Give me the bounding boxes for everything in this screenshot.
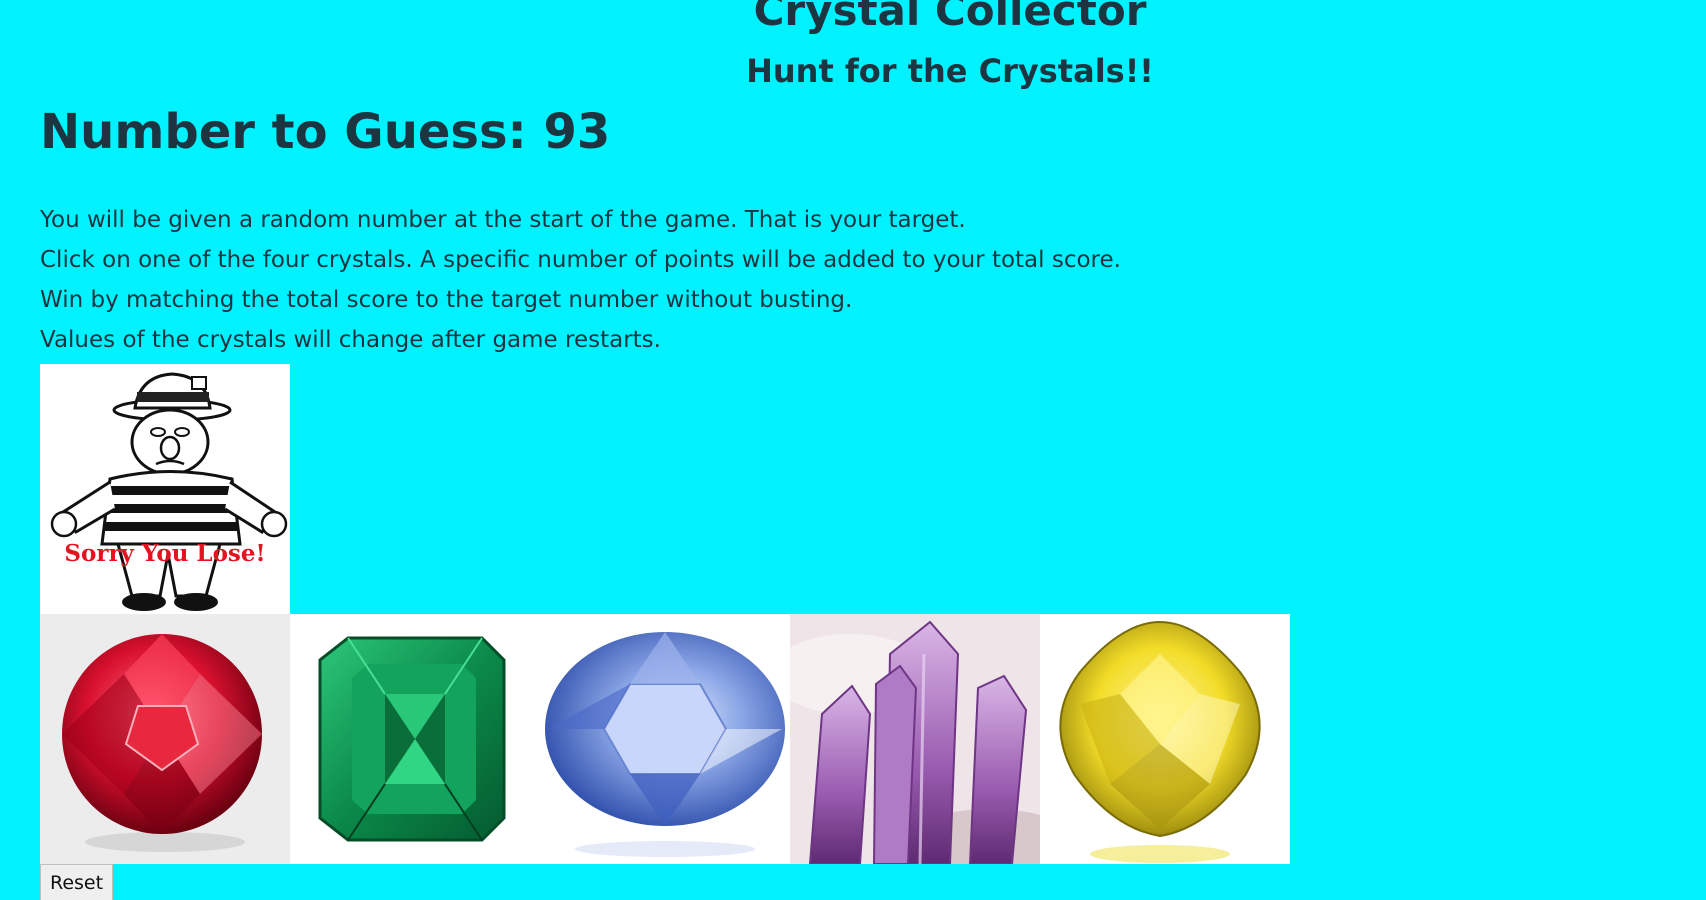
crystal-yellow-diamond[interactable] [1040,614,1290,864]
sapphire-crystal-icon [545,632,785,857]
emerald-crystal-icon [318,636,506,842]
ruby-crystal-icon [62,634,262,852]
page: Crystal Collector Hunt for the Crystals!… [0,0,1706,900]
instruction-item: Values of the crystals will change after… [40,327,661,353]
sad-man-lose-icon [50,372,288,611]
lose-caption: Sorry You Lose! [64,540,266,567]
amethyst-crystal-icon [790,614,1040,864]
crystal-ruby[interactable] [40,614,290,864]
page-subtitle: Hunt for the Crystals!! [746,52,1154,90]
instruction-item: Click on one of the four crystals. A spe… [40,247,1121,273]
instructions-list: You will be given a random number at the… [40,200,1121,360]
crystal-emerald[interactable] [290,614,540,864]
lose-status-image: Sorry You Lose! [40,364,290,614]
yellow-diamond-crystal-icon [1059,620,1261,863]
crystal-sapphire[interactable] [540,614,790,864]
reset-button[interactable]: Reset [40,864,114,900]
instruction-item: You will be given a random number at the… [40,207,966,233]
crystal-amethyst[interactable] [790,614,1040,864]
page-title: Crystal Collector [753,0,1147,35]
target-number: Number to Guess: 93 [40,104,611,160]
instruction-item: Win by matching the total score to the t… [40,287,853,313]
